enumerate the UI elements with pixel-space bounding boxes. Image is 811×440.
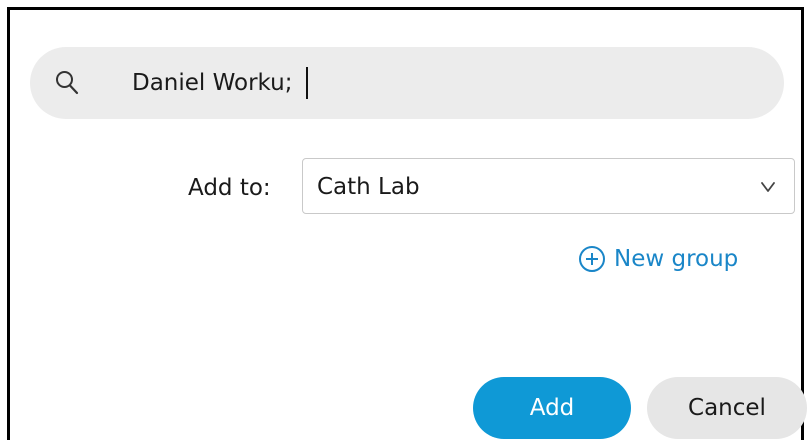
search-input[interactable]: Daniel Worku; xyxy=(132,67,309,99)
add-to-label: Add to: xyxy=(188,175,271,201)
plus-circle-icon xyxy=(579,246,605,272)
new-group-label: New group xyxy=(614,246,739,272)
search-input-value: Daniel Worku; xyxy=(132,70,293,96)
search-field[interactable]: Daniel Worku; xyxy=(30,47,784,119)
chevron-down-icon xyxy=(761,182,775,192)
add-contact-dialog: Daniel Worku; Add to: Cath Lab New group… xyxy=(7,7,807,440)
cancel-button[interactable]: Cancel xyxy=(647,377,807,439)
new-group-link[interactable]: New group xyxy=(578,242,738,276)
add-to-dropdown[interactable]: Cath Lab xyxy=(302,158,795,214)
add-to-selected-value: Cath Lab xyxy=(317,174,420,200)
add-button[interactable]: Add xyxy=(473,377,631,439)
text-caret xyxy=(306,67,309,99)
search-icon xyxy=(56,71,79,95)
